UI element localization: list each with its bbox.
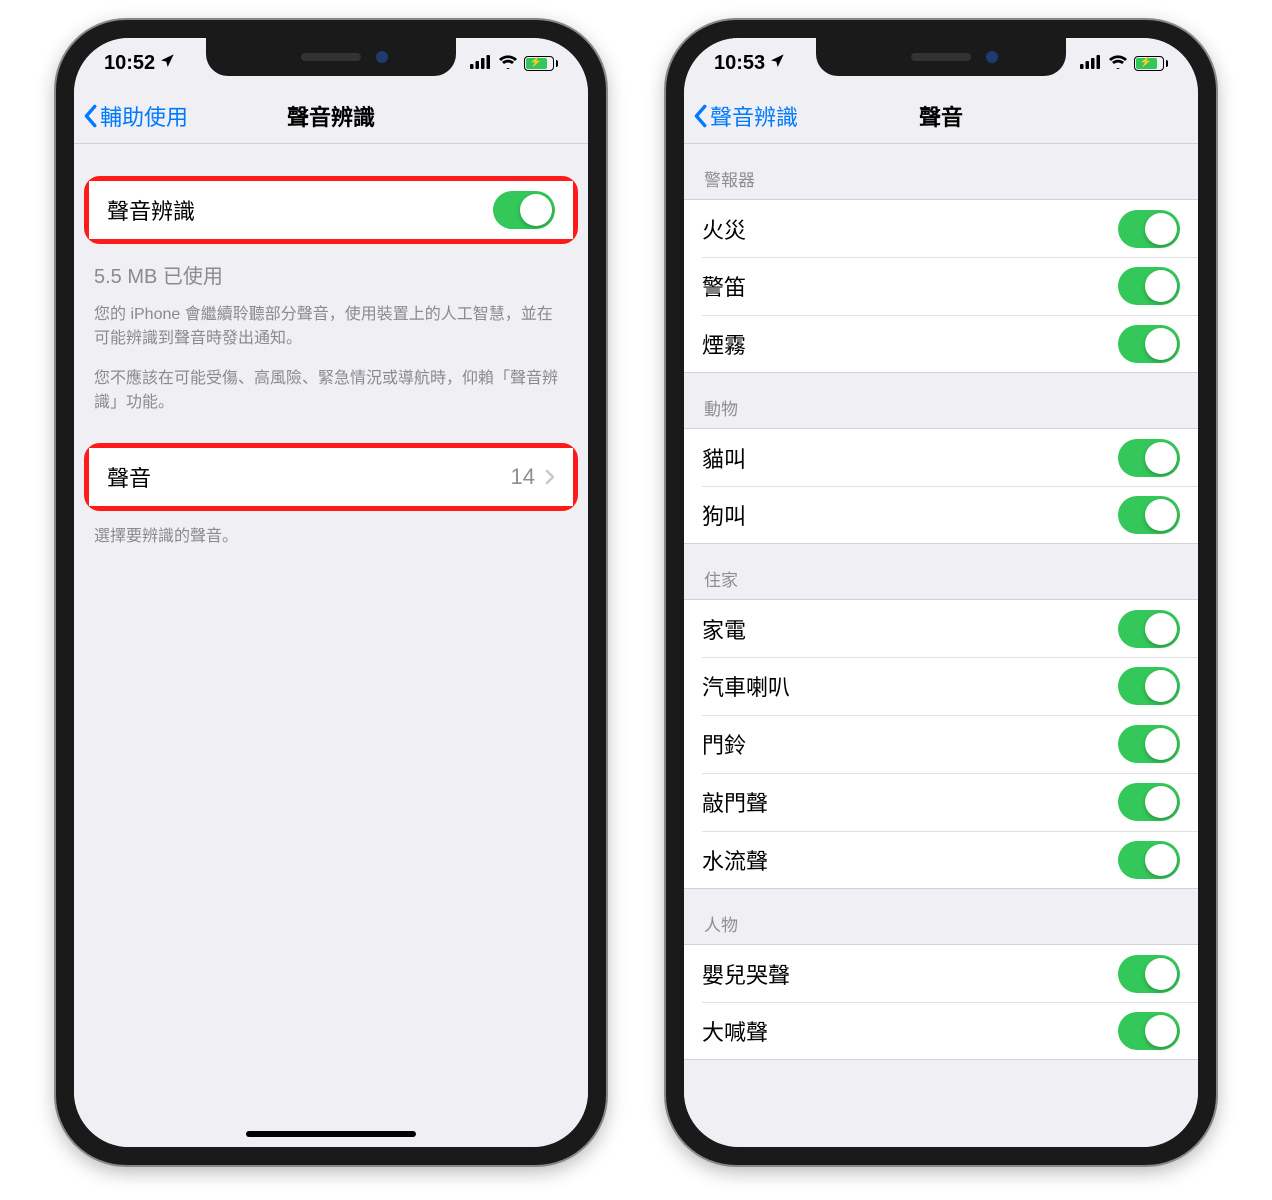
phone-screen-left: 10:52 ⚡ 輔 <box>74 38 588 1147</box>
section-group: 嬰兒哭聲大喊聲 <box>684 944 1198 1060</box>
status-time: 10:52 <box>104 52 155 75</box>
section-group: 火災警笛煙霧 <box>684 199 1198 373</box>
content-area-left: 聲音辨識 5.5 MB 已使用 您的 iPhone 會繼續聆聽部分聲音，使用裝置… <box>74 144 588 1147</box>
toggle-switch[interactable] <box>1118 496 1180 534</box>
section-header: 動物 <box>684 373 1198 428</box>
sound-toggle-row[interactable]: 火災 <box>684 199 1198 257</box>
sound-label: 嬰兒哭聲 <box>702 958 790 990</box>
sound-label: 狗叫 <box>702 499 746 531</box>
back-label: 輔助使用 <box>100 100 188 132</box>
toggle-switch[interactable] <box>1118 667 1180 705</box>
sound-toggle-row[interactable]: 汽車喇叭 <box>684 657 1198 715</box>
highlight-box-sounds: 聲音 14 <box>84 443 578 511</box>
back-button[interactable]: 聲音辨識 <box>692 88 798 143</box>
sound-toggle-row[interactable]: 嬰兒哭聲 <box>684 944 1198 1002</box>
sound-toggle-row[interactable]: 狗叫 <box>684 486 1198 544</box>
sound-label: 警笛 <box>702 270 746 302</box>
back-button[interactable]: 輔助使用 <box>82 88 188 143</box>
sound-toggle-row[interactable]: 大喊聲 <box>684 1002 1198 1060</box>
sound-toggle-row[interactable]: 水流聲 <box>684 831 1198 889</box>
sound-label: 汽車喇叭 <box>702 670 790 702</box>
description-2: 您不應該在可能受傷、高風險、緊急情況或導航時，仰賴「聲音辨識」功能。 <box>74 357 588 421</box>
toggle-switch[interactable] <box>1118 267 1180 305</box>
sound-label: 大喊聲 <box>702 1015 768 1047</box>
sound-toggle-row[interactable]: 煙霧 <box>684 315 1198 373</box>
phone-frame-right: 10:53 ⚡ 聲 <box>666 20 1216 1165</box>
cellular-icon <box>1080 52 1102 75</box>
sound-label: 敲門聲 <box>702 786 768 818</box>
section-header: 警報器 <box>684 144 1198 199</box>
toggle-switch[interactable] <box>1118 610 1180 648</box>
section-header: 人物 <box>684 889 1198 944</box>
sound-toggle-row[interactable]: 貓叫 <box>684 428 1198 486</box>
phone-frame-left: 10:52 ⚡ 輔 <box>56 20 606 1165</box>
toggle-switch[interactable] <box>1118 783 1180 821</box>
phone-screen-right: 10:53 ⚡ 聲 <box>684 38 1198 1147</box>
home-indicator[interactable] <box>246 1131 416 1137</box>
cellular-icon <box>470 52 492 75</box>
toggle-switch[interactable] <box>1118 439 1180 477</box>
toggle-switch[interactable] <box>493 191 555 229</box>
sound-label: 貓叫 <box>702 442 746 474</box>
sounds-label: 聲音 <box>107 461 151 493</box>
sound-label: 煙霧 <box>702 328 746 360</box>
toggle-switch[interactable] <box>1118 1012 1180 1050</box>
location-icon <box>769 52 785 75</box>
notch <box>206 38 456 76</box>
toggle-label: 聲音辨識 <box>107 194 195 226</box>
sound-toggle-row[interactable]: 家電 <box>684 599 1198 657</box>
chevron-left-icon <box>82 104 98 128</box>
sound-recognition-toggle-row[interactable]: 聲音辨識 <box>89 181 573 239</box>
toggle-switch[interactable] <box>1118 955 1180 993</box>
content-area-right[interactable]: 警報器火災警笛煙霧動物貓叫狗叫住家家電汽車喇叭門鈴敲門聲水流聲人物嬰兒哭聲大喊聲 <box>684 144 1198 1147</box>
toggle-switch[interactable] <box>1118 325 1180 363</box>
chevron-right-icon <box>545 469 555 485</box>
toggle-switch[interactable] <box>1118 210 1180 248</box>
sound-toggle-row[interactable]: 敲門聲 <box>684 773 1198 831</box>
description-1: 您的 iPhone 會繼續聆聽部分聲音，使用裝置上的人工智慧，並在可能辨識到聲音… <box>74 293 588 357</box>
battery-icon: ⚡ <box>1134 56 1169 71</box>
sound-label: 門鈴 <box>702 728 746 760</box>
sound-label: 火災 <box>702 213 746 245</box>
toggle-switch[interactable] <box>1118 725 1180 763</box>
sound-label: 水流聲 <box>702 844 768 876</box>
highlight-box-toggle: 聲音辨識 <box>84 176 578 244</box>
battery-icon: ⚡ <box>524 56 559 71</box>
section-group: 家電汽車喇叭門鈴敲門聲水流聲 <box>684 599 1198 889</box>
section-header: 住家 <box>684 544 1198 599</box>
wifi-icon <box>1108 52 1128 75</box>
nav-bar: 輔助使用 聲音辨識 <box>74 88 588 144</box>
chevron-left-icon <box>692 104 708 128</box>
wifi-icon <box>498 52 518 75</box>
location-icon <box>159 52 175 75</box>
sounds-count: 14 <box>511 464 535 490</box>
sound-toggle-row[interactable]: 門鈴 <box>684 715 1198 773</box>
nav-title: 聲音 <box>919 100 963 132</box>
sounds-row[interactable]: 聲音 14 <box>89 448 573 506</box>
back-label: 聲音辨識 <box>710 100 798 132</box>
sounds-footer: 選擇要辨識的聲音。 <box>74 515 588 555</box>
storage-used-text: 5.5 MB 已使用 <box>74 248 588 293</box>
toggle-switch[interactable] <box>1118 841 1180 879</box>
nav-title: 聲音辨識 <box>287 100 375 132</box>
sound-label: 家電 <box>702 613 746 645</box>
nav-bar: 聲音辨識 聲音 <box>684 88 1198 144</box>
section-group: 貓叫狗叫 <box>684 428 1198 544</box>
sound-toggle-row[interactable]: 警笛 <box>684 257 1198 315</box>
status-time: 10:53 <box>714 52 765 75</box>
notch <box>816 38 1066 76</box>
